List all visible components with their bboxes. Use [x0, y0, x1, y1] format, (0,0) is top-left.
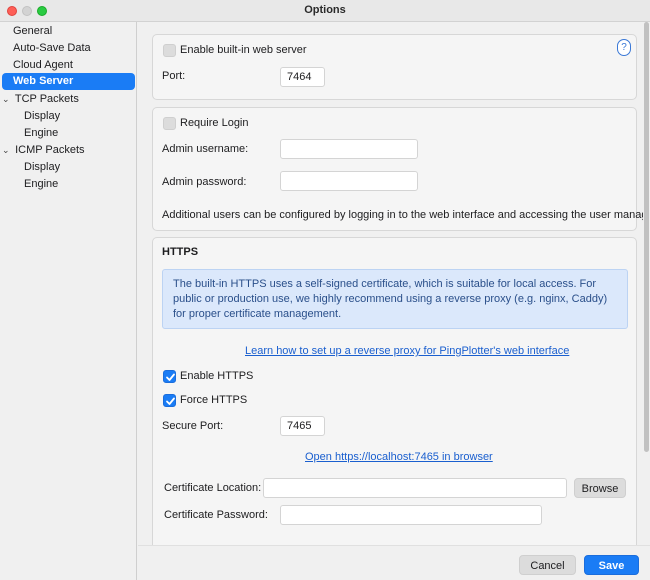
require-login-checkbox[interactable]: [163, 117, 176, 130]
cancel-button[interactable]: Cancel: [519, 555, 576, 575]
sidebar-item-label: Engine: [24, 178, 59, 190]
port-input[interactable]: [280, 67, 325, 87]
sidebar-item-tcp-engine[interactable]: Engine: [24, 125, 58, 142]
scrollbar-thumb[interactable]: [644, 22, 649, 452]
certificate-location-label: Certificate Location:: [164, 482, 262, 494]
sidebar-item-label: Display: [24, 110, 61, 122]
certificate-password-label: Certificate Password:: [164, 509, 268, 521]
certificate-password-field[interactable]: [280, 505, 542, 525]
sidebar-item-cloud-agent[interactable]: Cloud Agent: [13, 57, 73, 74]
sidebar-item-label: Display: [24, 161, 61, 173]
browse-button[interactable]: Browse: [574, 478, 626, 498]
https-info-box: The built-in HTTPS uses a self-signed ce…: [162, 269, 628, 329]
force-https-label: Force HTTPS: [180, 394, 248, 406]
sidebar-item-tcp-packets[interactable]: ⌄ TCP Packets: [2, 91, 79, 108]
help-icon[interactable]: ?: [617, 39, 631, 56]
chevron-down-icon[interactable]: ⌄: [2, 91, 12, 108]
admin-password-label: Admin password:: [162, 176, 247, 188]
title-bar: Options: [0, 0, 650, 22]
port-label: Port:: [162, 70, 186, 82]
sidebar-item-icmp-engine[interactable]: Engine: [24, 176, 58, 193]
sidebar-item-label: TCP Packets: [14, 93, 79, 105]
dialog-footer: Cancel Save: [138, 545, 650, 580]
sidebar-item-icmp-packets[interactable]: ⌄ ICMP Packets: [2, 142, 85, 159]
enable-web-server-checkbox[interactable]: [163, 44, 176, 57]
window-title: Options: [304, 4, 346, 16]
reverse-proxy-link[interactable]: Learn how to set up a reverse proxy for …: [245, 345, 569, 357]
sidebar-item-web-server[interactable]: Web Server: [2, 73, 135, 90]
force-https-checkbox[interactable]: [163, 394, 176, 407]
enable-web-server-label: Enable built-in web server: [180, 44, 307, 56]
sidebar-item-general[interactable]: General: [13, 23, 52, 40]
sidebar-item-label: Auto-Save Data: [13, 42, 91, 54]
open-localhost-link[interactable]: Open https://localhost:7465 in browser: [305, 451, 493, 463]
secure-port-label: Secure Port:: [162, 420, 224, 432]
secure-port-input[interactable]: [280, 416, 325, 436]
require-login-label: Require Login: [180, 117, 249, 129]
checkmark-icon: [166, 397, 175, 405]
https-heading: HTTPS: [162, 246, 199, 258]
checkmark-icon: [166, 373, 175, 381]
sidebar-item-icmp-display[interactable]: Display: [24, 159, 60, 176]
sidebar: General Auto-Save Data Cloud Agent Web S…: [0, 22, 137, 580]
sidebar-item-label: General: [13, 25, 53, 37]
admin-password-field[interactable]: [280, 171, 418, 191]
content-scrollbar[interactable]: [643, 22, 650, 545]
sidebar-item-label: Web Server: [13, 75, 74, 87]
options-window: Options General Auto-Save Data Cloud Age…: [0, 0, 650, 580]
certificate-location-field[interactable]: [263, 478, 567, 498]
sidebar-item-label: Cloud Agent: [13, 59, 73, 71]
users-note: Additional users can be configured by lo…: [162, 209, 650, 221]
admin-username-label: Admin username:: [162, 143, 249, 155]
sidebar-item-label: ICMP Packets: [15, 144, 85, 156]
admin-username-field[interactable]: [280, 139, 418, 159]
enable-https-checkbox[interactable]: [163, 370, 176, 383]
enable-https-label: Enable HTTPS: [180, 370, 254, 382]
sidebar-item-tcp-display[interactable]: Display: [24, 108, 60, 125]
chevron-down-icon[interactable]: ⌄: [2, 142, 12, 159]
sidebar-item-label: Engine: [24, 127, 59, 139]
sidebar-item-auto-save-data[interactable]: Auto-Save Data: [13, 40, 91, 57]
save-button[interactable]: Save: [584, 555, 639, 575]
